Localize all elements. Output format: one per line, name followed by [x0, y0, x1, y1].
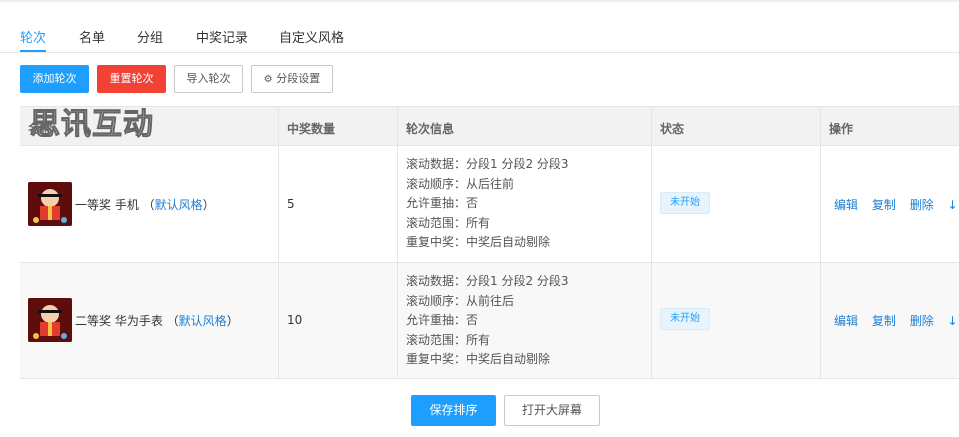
winner-count: 10: [287, 313, 303, 327]
status-badge: 未开始: [660, 308, 710, 330]
add-round-button[interactable]: 添加轮次: [20, 65, 89, 93]
style-paren-close: ）: [202, 198, 215, 212]
style-link[interactable]: 默认风格: [179, 314, 227, 328]
style-link[interactable]: 默认风格: [155, 198, 203, 212]
info-line: 滚动数据：分段1 分段2 分段3: [406, 157, 569, 171]
edit-link[interactable]: 编辑: [834, 314, 858, 328]
column-divider: [651, 107, 652, 379]
row-actions: 编辑 复制 删除 ↓ ↑: [834, 312, 959, 329]
style-paren-open: （: [166, 314, 179, 328]
segment-settings-label: 分段设置: [276, 72, 321, 85]
table-row: 二等奖 华为手表 （默认风格） 10 滚动数据：分段1 分段2 分段3 滚动顺序…: [20, 263, 959, 379]
round-title: 二等奖 华为手表: [75, 314, 163, 328]
gear-icon: ⚙: [263, 74, 273, 85]
round-info: 滚动数据：分段1 分段2 分段3 滚动顺序：从后往前 允许重抽：否 滚动范围：所…: [406, 155, 569, 253]
tab-custom-style[interactable]: 自定义风格: [279, 27, 344, 46]
round-name: 一等奖 手机 （默认风格）: [75, 196, 215, 213]
header-status: 状态: [660, 122, 685, 136]
column-divider: [820, 107, 821, 379]
info-line: 重复中奖：中奖后自动剔除: [406, 352, 551, 366]
round-thumbnail: [28, 182, 72, 226]
delete-link[interactable]: 删除: [910, 198, 934, 212]
info-line: 滚动顺序：从前往后: [406, 293, 515, 308]
column-divider: [397, 107, 398, 379]
header-ops: 操作: [829, 122, 854, 136]
tab-winning-records[interactable]: 中奖记录: [196, 27, 248, 46]
copy-link[interactable]: 复制: [872, 314, 896, 328]
table-row: 一等奖 手机 （默认风格） 5 滚动数据：分段1 分段2 分段3 滚动顺序：从后…: [20, 146, 959, 263]
info-line: 重复中奖：中奖后自动剔除: [406, 235, 551, 249]
style-paren-close: ）: [226, 314, 239, 328]
tab-rounds[interactable]: 轮次: [20, 27, 46, 46]
winner-count: 5: [287, 197, 295, 211]
round-info: 滚动数据：分段1 分段2 分段3 滚动顺序：从前往后 允许重抽：否 滚动范围：所…: [406, 272, 569, 370]
info-line: 滚动范围：所有: [406, 215, 491, 230]
header-info: 轮次信息: [406, 122, 455, 136]
tab-groups[interactable]: 分组: [137, 27, 163, 46]
copy-link[interactable]: 复制: [872, 198, 896, 212]
segment-settings-button[interactable]: ⚙ 分段设置: [251, 65, 333, 93]
import-round-button[interactable]: 导入轮次: [174, 65, 243, 93]
style-paren-open: （: [142, 198, 155, 212]
info-line: 滚动范围：所有: [406, 332, 491, 347]
tab-bar: 轮次 名单 分组 中奖记录 自定义风格: [0, 0, 959, 53]
status-badge: 未开始: [660, 192, 710, 214]
info-line: 滚动数据：分段1 分段2 分段3: [406, 274, 569, 288]
save-order-button[interactable]: 保存排序: [411, 395, 496, 426]
round-thumbnail: [28, 298, 72, 342]
watermark-logo: 思讯互动: [30, 107, 154, 143]
header-count: 中奖数量: [287, 122, 336, 136]
info-line: 滚动顺序：从后往前: [406, 176, 515, 191]
edit-link[interactable]: 编辑: [834, 198, 858, 212]
active-tab-indicator: [20, 50, 46, 52]
info-line: 允许重抽：否: [406, 313, 479, 327]
move-down-icon[interactable]: ↓: [948, 198, 958, 212]
row-actions: 编辑 复制 删除 ↓ ↑: [834, 196, 959, 213]
info-line: 允许重抽：否: [406, 196, 479, 210]
move-down-icon[interactable]: ↓: [948, 314, 958, 328]
round-title: 一等奖 手机: [75, 198, 139, 212]
rounds-table: 名称 中奖数量 轮次信息 状态 操作 一等奖 手机 （默认风格） 5 滚动数据：…: [20, 106, 959, 379]
column-divider: [278, 107, 279, 379]
table-header: 名称 中奖数量 轮次信息 状态 操作: [20, 107, 959, 146]
reset-round-button[interactable]: 重置轮次: [97, 65, 166, 93]
open-big-screen-button[interactable]: 打开大屏幕: [504, 395, 600, 426]
round-name: 二等奖 华为手表 （默认风格）: [75, 312, 239, 329]
delete-link[interactable]: 删除: [910, 314, 934, 328]
tab-list[interactable]: 名单: [79, 27, 105, 46]
